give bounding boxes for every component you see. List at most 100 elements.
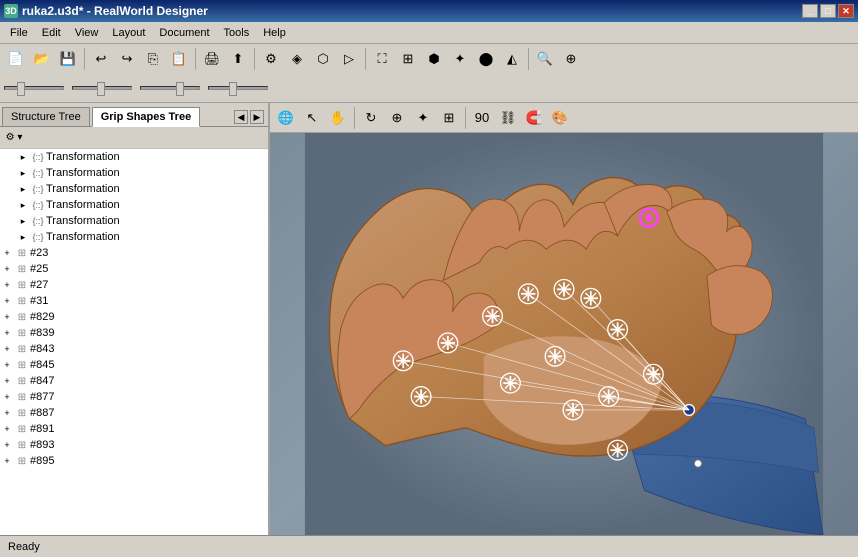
tree-item-n847[interactable]: + ⊞ #847 [0, 373, 268, 389]
tool-k[interactable]: 🔍 [533, 48, 557, 70]
vp-cursor-btn[interactable]: ↖ [300, 107, 324, 129]
vp-magnet-btn[interactable]: 🧲 [522, 107, 546, 129]
expand-icon-n31[interactable]: + [0, 294, 14, 308]
tree-item-t3[interactable]: ▸ {::} Transformation [0, 181, 268, 197]
expand-icon-n839[interactable]: + [0, 326, 14, 340]
vp-paint-btn[interactable]: 🎨 [548, 107, 572, 129]
slider-2-thumb[interactable] [97, 82, 105, 96]
tool-d[interactable]: ▷ [337, 48, 361, 70]
expand-icon-n891[interactable]: + [0, 422, 14, 436]
tree-item-n27[interactable]: + ⊞ #27 [0, 277, 268, 293]
export-button[interactable]: ⬆ [226, 48, 250, 70]
expand-icon-n893[interactable]: + [0, 438, 14, 452]
copy-button[interactable]: ⎘ [141, 48, 165, 70]
tool-j[interactable]: ◭ [500, 48, 524, 70]
grip-point-4[interactable] [554, 280, 574, 300]
viewport[interactable]: 🌐 ↖ ✋ ↻ ⊕ ✦ ⊞ 90 ⛓ 🧲 🎨 [270, 103, 858, 535]
tree-item-t2[interactable]: ▸ {::} Transformation [0, 165, 268, 181]
print-button[interactable]: 🖨 [200, 48, 224, 70]
expand-icon-t6[interactable]: ▸ [16, 230, 30, 244]
tree-item-n25[interactable]: + ⊞ #25 [0, 261, 268, 277]
tab-prev-button[interactable]: ◀ [234, 110, 248, 124]
tree-item-t5[interactable]: ▸ {::} Transformation [0, 213, 268, 229]
window-controls[interactable]: _ □ ✕ [802, 4, 854, 18]
tool-g[interactable]: ⬢ [422, 48, 446, 70]
expand-icon-n887[interactable]: + [0, 406, 14, 420]
tree-item-n887[interactable]: + ⊞ #887 [0, 405, 268, 421]
menu-tools[interactable]: Tools [218, 25, 256, 41]
tab-structure-tree[interactable]: Structure Tree [2, 107, 90, 126]
grip-point-1[interactable] [438, 333, 458, 353]
slider-2[interactable] [72, 86, 132, 90]
new-button[interactable]: 📄 [4, 48, 28, 70]
tool-h[interactable]: ✦ [448, 48, 472, 70]
vp-pan-btn[interactable]: ✦ [411, 107, 435, 129]
grip-point-11[interactable] [644, 364, 664, 384]
tool-f[interactable]: ⊞ [396, 48, 420, 70]
expand-icon-t1[interactable]: ▸ [16, 150, 30, 164]
tab-grip-shapes-tree[interactable]: Grip Shapes Tree [92, 107, 200, 127]
grip-point-2[interactable] [483, 306, 503, 326]
slider-4-thumb[interactable] [229, 82, 237, 96]
tree-item-n877[interactable]: + ⊞ #877 [0, 389, 268, 405]
tree-dropdown-button[interactable]: ⚙ ▾ [4, 129, 24, 147]
save-button[interactable]: 💾 [56, 48, 80, 70]
grip-point-9[interactable] [563, 400, 583, 420]
slider-1[interactable] [4, 86, 64, 90]
vp-globe-btn[interactable]: 🌐 [274, 107, 298, 129]
grip-point-12[interactable] [393, 351, 413, 371]
close-button[interactable]: ✕ [838, 4, 854, 18]
expand-icon-n25[interactable]: + [0, 262, 14, 276]
vp-zoom2-btn[interactable]: ⊞ [437, 107, 461, 129]
tool-e[interactable]: ⛶ [370, 48, 394, 70]
vp-angle90-btn[interactable]: 90 [470, 107, 494, 129]
tree-item-t6[interactable]: ▸ {::} Transformation [0, 229, 268, 245]
expand-icon-n847[interactable]: + [0, 374, 14, 388]
expand-icon-n23[interactable]: + [0, 246, 14, 260]
tree-item-n891[interactable]: + ⊞ #891 [0, 421, 268, 437]
slider-3-thumb[interactable] [176, 82, 184, 96]
expand-icon-n829[interactable]: + [0, 310, 14, 324]
slider-3[interactable] [140, 86, 200, 90]
expand-icon-t2[interactable]: ▸ [16, 166, 30, 180]
tree-item-n839[interactable]: + ⊞ #839 [0, 325, 268, 341]
tree-item-n843[interactable]: + ⊞ #843 [0, 341, 268, 357]
tree-item-n23[interactable]: + ⊞ #23 [0, 245, 268, 261]
expand-icon-t3[interactable]: ▸ [16, 182, 30, 196]
menu-help[interactable]: Help [257, 25, 292, 41]
grip-point-6[interactable] [608, 320, 628, 340]
expand-icon-t5[interactable]: ▸ [16, 214, 30, 228]
grip-point-13[interactable] [411, 387, 431, 407]
scene-area[interactable] [270, 133, 858, 535]
expand-icon-n895[interactable]: + [0, 454, 14, 468]
grip-point-10[interactable] [599, 387, 619, 407]
tree-item-t1[interactable]: ▸ {::} Transformation [0, 149, 268, 165]
slider-4[interactable] [208, 86, 268, 90]
expand-icon-n877[interactable]: + [0, 390, 14, 404]
grip-point-5[interactable] [581, 288, 601, 308]
tool-i[interactable]: ⬤ [474, 48, 498, 70]
redo-button[interactable]: ↪ [115, 48, 139, 70]
paste-button[interactable]: 📋 [167, 48, 191, 70]
vp-chain-btn[interactable]: ⛓ [496, 107, 520, 129]
vp-rotate-btn[interactable]: ↻ [359, 107, 383, 129]
expand-icon-n845[interactable]: + [0, 358, 14, 372]
menu-layout[interactable]: Layout [106, 25, 151, 41]
tool-a[interactable]: ⚙ [259, 48, 283, 70]
grip-point-7[interactable] [545, 347, 565, 367]
undo-button[interactable]: ↩ [89, 48, 113, 70]
tree-item-n893[interactable]: + ⊞ #893 [0, 437, 268, 453]
minimize-button[interactable]: _ [802, 4, 818, 18]
tool-b[interactable]: ◈ [285, 48, 309, 70]
grip-point-3[interactable] [518, 284, 538, 304]
vp-zoom-btn[interactable]: ⊕ [385, 107, 409, 129]
vp-hand-btn[interactable]: ✋ [326, 107, 350, 129]
slider-1-thumb[interactable] [17, 82, 25, 96]
tree-item-n845[interactable]: + ⊞ #845 [0, 357, 268, 373]
grip-point-14[interactable] [608, 440, 628, 460]
menu-edit[interactable]: Edit [36, 25, 67, 41]
expand-icon-t4[interactable]: ▸ [16, 198, 30, 212]
menu-view[interactable]: View [69, 25, 105, 41]
tree-item-n829[interactable]: + ⊞ #829 [0, 309, 268, 325]
tree-item-n31[interactable]: + ⊞ #31 [0, 293, 268, 309]
